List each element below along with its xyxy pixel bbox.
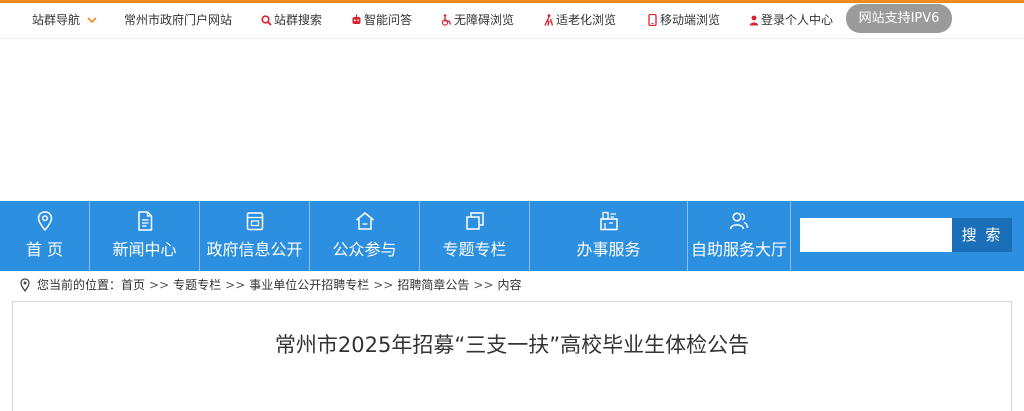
breadcrumb-separator: >> <box>225 278 246 292</box>
article-title: 常州市2025年招募“三支一扶”高校毕业生体检公告 <box>274 333 750 357</box>
breadcrumb-recruitment-notices[interactable]: 招聘简章公告 <box>397 272 469 298</box>
user-icon <box>748 14 759 26</box>
nav-item-self-service-hall[interactable]: 自助服务大厅 <box>688 201 790 271</box>
site-search-link[interactable]: 站群搜索 <box>261 3 322 37</box>
nav-label: 自助服务大厅 <box>690 240 787 259</box>
location-pin-icon <box>34 210 56 232</box>
header-banner <box>0 39 1024 201</box>
service-hall-icon <box>598 210 620 232</box>
breadcrumb-prefix: 您当前的位置： <box>37 278 122 292</box>
accessible-browse-label: 无障碍浏览 <box>454 13 515 27</box>
top-utility-bar: 站群导航 常州市政府门户网站 站群搜索 智能问答 无障碍浏览 适老化浏览 移动端… <box>0 3 1024 39</box>
mobile-browse-label: 移动端浏览 <box>660 13 721 27</box>
nav-item-gov-info[interactable]: 政府信息公开 <box>200 201 309 271</box>
site-group-nav-label: 站群导航 <box>32 13 81 27</box>
document-icon <box>134 210 156 232</box>
breadcrumb-recruitment-column[interactable]: 事业单位公开招聘专栏 <box>249 272 369 298</box>
nav-item-home[interactable]: 首 页 <box>0 201 89 271</box>
article-container: 常州市2025年招募“三支一扶”高校毕业生体检公告 <box>12 301 1012 411</box>
users-icon <box>728 210 750 232</box>
chevron-down-icon <box>86 14 97 26</box>
breadcrumb-separator: >> <box>373 278 394 292</box>
info-box-icon <box>244 210 266 232</box>
robot-icon <box>351 14 362 26</box>
nav-divider <box>790 201 791 271</box>
elderly-browse-link[interactable]: 适老化浏览 <box>543 3 616 37</box>
mobile-phone-icon <box>647 14 658 26</box>
breadcrumb-separator: >> <box>473 278 494 292</box>
breadcrumb-separator: >> <box>149 278 170 292</box>
nav-label: 公众参与 <box>332 240 397 259</box>
search-icon <box>261 14 272 26</box>
layers-icon <box>464 210 486 232</box>
nav-item-public-participation[interactable]: 公众参与 <box>310 201 419 271</box>
portal-link[interactable]: 常州市政府门户网站 <box>124 3 232 37</box>
elderly-browse-label: 适老化浏览 <box>556 13 617 27</box>
wheelchair-icon <box>441 14 452 26</box>
nav-label: 新闻中心 <box>112 240 177 259</box>
portal-link-label: 常州市政府门户网站 <box>124 13 233 27</box>
login-link[interactable]: 登录个人中心 <box>748 3 833 37</box>
login-label: 登录个人中心 <box>761 13 834 27</box>
location-pin-icon <box>18 278 32 292</box>
nav-item-special-topics[interactable]: 专题专栏 <box>420 201 529 271</box>
breadcrumb-current: 内容 <box>497 278 522 292</box>
nav-item-news[interactable]: 新闻中心 <box>90 201 199 271</box>
accessible-browse-link[interactable]: 无障碍浏览 <box>441 3 514 37</box>
breadcrumb: 您当前的位置： 首页 >> 专题专栏 >> 事业单位公开招聘专栏 >> 招聘简章… <box>18 272 522 298</box>
elderly-person-icon <box>543 14 554 26</box>
house-icon <box>354 210 376 232</box>
nav-label: 专题专栏 <box>442 240 507 259</box>
site-search-label: 站群搜索 <box>274 13 323 27</box>
nav-label: 办事服务 <box>576 240 641 259</box>
ipv6-badge: 网站支持IPV6 <box>846 4 952 33</box>
search-button[interactable]: 搜 索 <box>952 218 1012 252</box>
mobile-browse-link[interactable]: 移动端浏览 <box>647 3 720 37</box>
search-input[interactable] <box>800 218 952 252</box>
nav-label: 政府信息公开 <box>206 240 303 259</box>
breadcrumb-special-topics[interactable]: 专题专栏 <box>173 272 221 298</box>
nav-label: 首 页 <box>25 240 64 259</box>
nav-item-services[interactable]: 办事服务 <box>530 201 687 271</box>
breadcrumb-home[interactable]: 首页 <box>121 272 145 298</box>
smart-qa-label: 智能问答 <box>364 13 413 27</box>
smart-qa-link[interactable]: 智能问答 <box>351 3 412 37</box>
site-group-nav[interactable]: 站群导航 <box>32 3 97 37</box>
